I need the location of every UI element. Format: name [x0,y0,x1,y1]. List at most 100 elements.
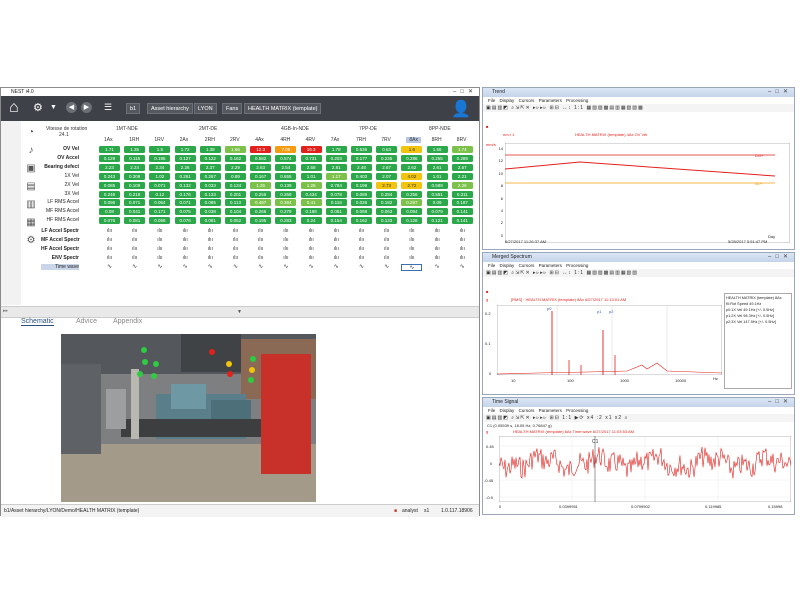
matrix-cell[interactable]: 0.203 [325,154,347,162]
column-header[interactable]: 2RV [230,137,240,143]
spectrum-thumbnail-icon[interactable]: ılıı [301,228,322,235]
matrix-cell[interactable]: 0.89 [225,172,246,180]
matrix-cell[interactable]: 1.5 [149,146,171,153]
spectrum-thumbnail-icon[interactable]: ılıı [452,237,473,244]
menu-processing[interactable]: Processing [566,408,588,413]
matrix-cell[interactable]: 0.218 [124,190,146,198]
matrix-cell[interactable]: 1.38 [199,146,221,153]
matrix-cell[interactable]: 0.104 [225,208,246,216]
matrix-cell[interactable]: 2.48 [351,163,372,171]
spectrum-thumbnail-icon[interactable]: ılıı [301,255,322,262]
home-icon[interactable]: ⌂ [9,99,19,117]
spectrum-thumbnail-icon[interactable]: ılıı [200,228,221,235]
matrix-cell[interactable]: 0.286 [401,154,423,162]
menu-file[interactable]: File [488,408,495,413]
column-header[interactable]: 8RV [457,137,467,143]
menu-display[interactable]: Display [500,98,515,103]
spectrum-thumbnail-icon[interactable]: ılıı [149,237,170,244]
matrix-cell[interactable]: 0.133 [199,190,221,198]
matrix-cell[interactable]: 0.064 [149,199,171,207]
spectrum-thumbnail-icon[interactable]: ılıı [200,246,221,253]
matrix-cell[interactable]: 0.122 [199,154,221,162]
matrix-cell[interactable]: 1.72 [174,146,196,153]
matrix-cell[interactable]: 0.141 [451,217,473,225]
matrix-cell[interactable]: 0.026 [351,199,372,207]
matrix-cell[interactable]: 1.17 [325,172,347,180]
matrix-cell[interactable]: 0.118 [325,199,347,207]
matrix-cell[interactable]: 0.133 [376,217,398,225]
matrix-cell[interactable]: 7.06 [275,146,297,153]
spectrum-thumbnail-icon[interactable]: ılıı [452,246,473,253]
user-settings-icon[interactable]: ⚙ [33,101,43,114]
matrix-cell[interactable]: 0.311 [451,190,473,198]
time-wave-thumbnail-icon[interactable]: ∿ [175,264,196,271]
matrix-cell[interactable]: 2.24 [124,163,146,171]
account-icon[interactable]: 👤 [451,99,471,119]
matrix-cell[interactable]: 0.109 [124,181,146,189]
matrix-cell[interactable]: 0.081 [124,217,146,225]
column-header[interactable]: 1RV [154,137,164,143]
matrix-cell[interactable]: 16.3 [300,146,322,153]
matrix-cell[interactable]: 0.079 [426,208,448,216]
spectrum-thumbnail-icon[interactable]: ılıı [124,228,145,235]
menu-processing[interactable]: Processing [566,98,588,103]
spectrum-thumbnail-icon[interactable]: ılıı [275,255,296,262]
matrix-cell[interactable]: 0.434 [300,190,322,198]
trend-toolbar[interactable]: ▣▤▥◩ ⌕⇲⇱✕ ▸▹▸▹ ⊞⊟ ↔↕ 1:1 ▦▧▨▩▤▥▦▧▨▩ [483,104,794,112]
matrix-cell[interactable]: 0.256 [250,190,272,198]
matrix-cell[interactable]: 0.655 [275,172,297,180]
window-controls[interactable]: –□✕ [453,88,477,96]
matrix-cell[interactable]: 2.29 [225,163,246,171]
matrix-cell[interactable]: 0.071 [174,199,196,207]
spectrum-thumbnail-icon[interactable]: ılıı [351,228,372,235]
matrix-cell[interactable]: 0.41 [300,199,322,207]
breadcrumb-health-matrix[interactable]: HEALTH MATRIX (template) [244,103,322,114]
matrix-cell[interactable]: 0.09 [426,199,448,207]
database-icon[interactable]: ☰ [104,102,112,113]
time-wave-thumbnail-icon[interactable]: ∿ [200,264,221,271]
breadcrumb-fans[interactable]: Fans [222,103,243,114]
spectrum-thumbnail-icon[interactable]: ılıı [124,246,145,253]
matrix-cell[interactable]: 0.187 [451,199,473,207]
matrix-cell[interactable]: 2.07 [376,172,398,180]
tab-appendix[interactable]: Appendix [113,318,142,325]
matrix-cell[interactable]: 2.61 [426,163,448,171]
matrix-cell[interactable]: 0.038 [199,208,221,216]
spectrum-thumbnail-icon[interactable]: ılıı [326,237,347,244]
matrix-cell[interactable]: 2.58 [300,163,322,171]
forward-icon[interactable]: ▶ [81,102,92,113]
time-wave-thumbnail-icon[interactable]: ∿ [301,264,322,271]
menu-cursors[interactable]: Cursors [519,263,535,268]
matrix-cell[interactable]: 0.199 [351,181,372,189]
spectrum-thumbnail-icon[interactable]: ılıı [326,228,347,235]
timesignal-window-controls[interactable]: –□✕ [768,398,792,406]
matrix-cell[interactable]: 0.068 [149,217,171,225]
matrix-cell[interactable]: 2.73 [376,181,398,189]
matrix-cell[interactable]: 0.061 [325,208,347,216]
matrix-cell[interactable]: 0.115 [124,154,146,162]
time-wave-thumbnail-icon[interactable]: ∿ [452,264,473,271]
matrix-cell[interactable]: 0.121 [426,217,448,225]
matrix-cell[interactable]: 0.089 [351,190,372,198]
spectrum-toolbar[interactable]: ▣▤▥◩ ⌕⇲⇱✕ ▸▹▸▹ ⊞⊟ ↔↕ 1:1 ▦▧▨▩▤▥▦▧▨ [483,269,794,277]
matrix-cell[interactable]: 0.261 [174,172,196,180]
matrix-cell[interactable]: 0.12 [149,190,171,198]
matrix-cell[interactable]: 2.67 [376,163,398,171]
measurement-icon[interactable]: ▤ [25,181,37,193]
collapse-arrow-icon[interactable]: ▼ [237,309,242,315]
matrix-cell[interactable]: 0.08 [99,208,120,216]
menu-file[interactable]: File [488,263,495,268]
matrix-cell[interactable]: 0.403 [351,172,372,180]
menu-cursors[interactable]: Cursors [519,408,535,413]
matrix-cell[interactable]: 0.582 [250,154,272,162]
spectrum-thumbnail-icon[interactable]: ılıı [401,255,422,262]
timesignal-toolbar[interactable]: ▣▤▥◩ ⌕⇲⇱✕ ▸▹▸▹ ⊞⊟ 1:1 ▶⟳ x4 :2 x1 x2 ⌕ [483,414,794,422]
time-wave-thumbnail-icon[interactable]: ∿ [99,264,120,271]
matrix-cell[interactable]: 0.283 [275,217,297,225]
spectrum-thumbnail-icon[interactable]: ılıı [99,228,120,235]
trend-window-controls[interactable]: –□✕ [768,88,792,96]
spectrum-thumbnail-icon[interactable]: ılıı [99,246,120,253]
spectrum-thumbnail-icon[interactable]: ılıı [225,255,246,262]
spectrum-thumbnail-icon[interactable]: ılıı [250,228,271,235]
matrix-cell[interactable]: 0.071 [149,181,171,189]
